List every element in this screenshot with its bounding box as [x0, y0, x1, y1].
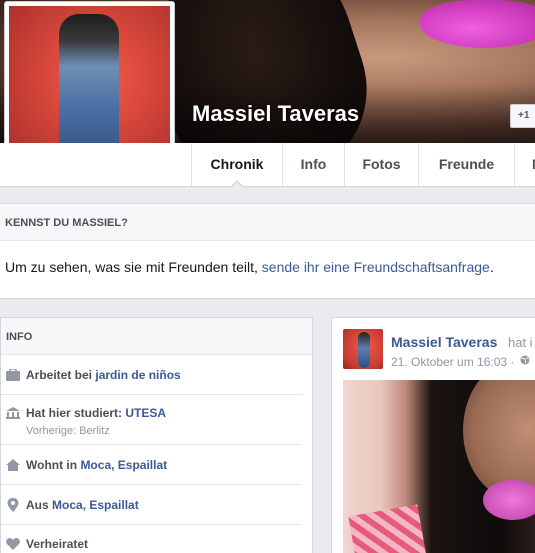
- know-her-text: Um zu sehen, was sie mit Freunden teilt,…: [0, 241, 535, 275]
- info-education-previous: Vorherige: Berlitz: [26, 425, 110, 437]
- profile-picture-figure: [59, 14, 119, 164]
- briefcase-icon: [6, 369, 20, 381]
- info-item-work: Arbeitet bei jardin de niños: [1, 355, 302, 395]
- post-timestamp[interactable]: 21. Oktober um 16:03 ·: [391, 355, 514, 369]
- info-item-current-city: Wohnt in Moca, Espaillat: [1, 445, 302, 485]
- home-icon: [6, 459, 20, 471]
- info-work-prefix: Arbeitet bei: [26, 368, 96, 382]
- info-heading: INFO: [1, 318, 312, 355]
- info-relationship-status: Verheiratet: [26, 537, 89, 551]
- timeline-post: Massiel Taveras hat i 21. Oktober um 16:…: [331, 317, 535, 553]
- info-item-relationship: Verheiratet: [1, 525, 302, 553]
- add-friend-button[interactable]: +1: [510, 104, 535, 128]
- post-photo[interactable]: [343, 380, 535, 553]
- tab-more[interactable]: M: [514, 143, 535, 186]
- info-current-city-text: Wohnt in Moca, Espaillat: [26, 458, 167, 472]
- info-current-city-link[interactable]: Moca, Espaillat: [80, 458, 167, 472]
- profile-name[interactable]: Massiel Taveras: [192, 101, 359, 127]
- info-item-education: Hat hier studiert: UTESA Vorherige: Berl…: [1, 395, 302, 445]
- info-relationship-text: Verheiratet: [26, 537, 88, 551]
- info-box: INFO Arbeitet bei jardin de niños Hat hi…: [0, 317, 313, 553]
- profile-picture-image: [9, 6, 170, 165]
- school-icon: [6, 407, 20, 419]
- cover-lips: [420, 0, 535, 48]
- know-her-box: KENNST DU MASSIEL? Um zu sehen, was sie …: [0, 203, 535, 299]
- info-education-text: Hat hier studiert: UTESA: [26, 406, 166, 420]
- post-author-name[interactable]: Massiel Taveras: [391, 334, 497, 350]
- post-photo-cloth: [348, 504, 428, 553]
- tab-info[interactable]: Info: [282, 143, 344, 186]
- timeline-nav: Chronik Info Fotos Freunde M: [0, 143, 535, 188]
- post-action-text: hat i: [508, 335, 533, 350]
- info-education-link[interactable]: UTESA: [125, 406, 166, 420]
- info-hometown-prefix: Aus: [26, 498, 53, 512]
- know-her-heading: KENNST DU MASSIEL?: [0, 204, 535, 241]
- info-education-prefix: Hat hier studiert:: [26, 406, 126, 420]
- info-hometown-text: Aus Moca, Espaillat: [26, 498, 139, 512]
- location-pin-icon: [7, 498, 19, 512]
- heart-icon: [6, 538, 20, 550]
- post-avatar-figure: [358, 332, 370, 368]
- info-item-hometown: Aus Moca, Espaillat: [1, 485, 302, 525]
- globe-icon[interactable]: [520, 355, 530, 365]
- tab-fotos[interactable]: Fotos: [344, 143, 418, 186]
- info-hometown-link[interactable]: Moca, Espaillat: [52, 498, 139, 512]
- tab-freunde[interactable]: Freunde: [418, 143, 514, 186]
- post-author-avatar[interactable]: [343, 329, 383, 369]
- friend-request-link[interactable]: sende ihr eine Freundschaftsanfrage: [262, 259, 490, 275]
- know-her-suffix: .: [489, 259, 494, 275]
- post-photo-lips: [483, 480, 535, 520]
- info-current-city-prefix: Wohnt in: [26, 458, 81, 472]
- info-work-text: Arbeitet bei jardin de niños: [26, 368, 181, 382]
- know-her-prefix: Um zu sehen, was sie mit Freunden teilt,: [5, 259, 262, 275]
- tab-chronik[interactable]: Chronik: [191, 143, 282, 188]
- info-work-link[interactable]: jardin de niños: [95, 368, 180, 382]
